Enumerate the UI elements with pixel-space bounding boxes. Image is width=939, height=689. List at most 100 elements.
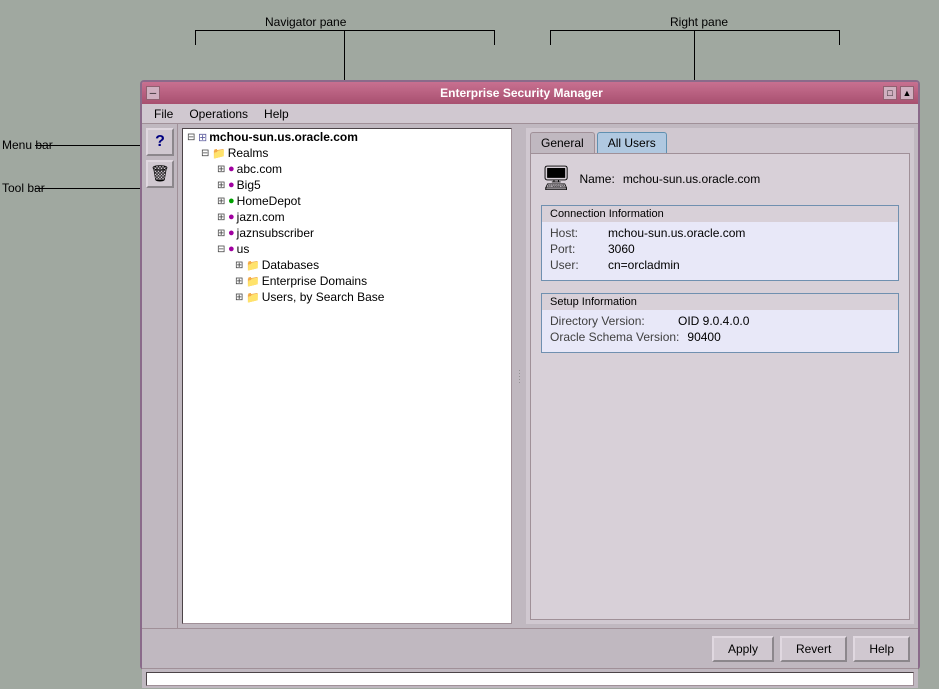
connection-port-value: 3060 <box>608 242 635 256</box>
tree-abc[interactable]: ⊞ ● abc.com <box>183 161 511 177</box>
root-label: mchou-sun.us.oracle.com <box>209 130 358 144</box>
apply-button[interactable]: Apply <box>712 636 774 662</box>
right-pane: General All Users 🖥 Name: mchou-sun.us.o… <box>526 128 914 624</box>
menu-operations[interactable]: Operations <box>181 105 256 123</box>
expand-enterprise-domains: ⊞ <box>235 276 245 287</box>
setup-schema-version-row: Oracle Schema Version: 90400 <box>550 330 890 344</box>
setup-info-section: Setup Information Directory Version: OID… <box>541 293 899 353</box>
server-name-label: Name: <box>579 172 614 186</box>
big5-label: Big5 <box>237 178 261 192</box>
maximize-button[interactable]: ▲ <box>900 86 914 100</box>
server-info: 🖥 Name: mchou-sun.us.oracle.com <box>541 164 899 193</box>
setup-dir-version-row: Directory Version: OID 9.0.4.0.0 <box>550 314 890 328</box>
setup-schema-version-value: 90400 <box>687 330 720 344</box>
tree-jaznsubscriber[interactable]: ⊞ ● jaznsubscriber <box>183 225 511 241</box>
setup-dir-version-label: Directory Version: <box>550 314 670 328</box>
server-tree-icon: ⊞ <box>198 131 207 144</box>
realms-label: Realms <box>228 146 269 160</box>
menu-help[interactable]: Help <box>256 105 297 123</box>
connection-host-value: mchou-sun.us.oracle.com <box>608 226 745 240</box>
window-controls: □ ▲ <box>883 86 914 100</box>
content-area: ? 🗑 ⊟ ⊞ mchou-sun.us.oracle.com ⊟ 📁 Real… <box>142 124 918 628</box>
folder-databases-icon: 📁 <box>246 259 260 272</box>
realm-jaznsubscriber-icon: ● <box>228 227 235 239</box>
connection-host-row: Host: mchou-sun.us.oracle.com <box>550 226 890 240</box>
expand-jazn: ⊞ <box>217 212 227 223</box>
expand-us: ⊟ <box>217 244 227 255</box>
homedepot-label: HomeDepot <box>237 194 301 208</box>
expand-homedepot: ⊞ <box>217 196 227 207</box>
folder-enterprise-domains-icon: 📁 <box>246 275 260 288</box>
connection-user-row: User: cn=orcladmin <box>550 258 890 272</box>
expand-users-search-base: ⊞ <box>235 292 245 303</box>
realm-homedepot-icon: ● <box>228 195 235 207</box>
menu-bar: File Operations Help <box>142 104 918 124</box>
connection-user-value: cn=orcladmin <box>608 258 680 272</box>
jaznsubscriber-label: jaznsubscriber <box>237 226 314 240</box>
connection-port-label: Port: <box>550 242 600 256</box>
minimize-button[interactable]: ─ <box>146 86 160 100</box>
title-bar: ─ Enterprise Security Manager □ ▲ <box>142 82 918 104</box>
tree-databases[interactable]: ⊞ 📁 Databases <box>183 257 511 273</box>
realm-jazn-icon: ● <box>228 211 235 223</box>
expand-realms: ⊟ <box>201 148 211 159</box>
setup-schema-version-label: Oracle Schema Version: <box>550 330 679 344</box>
splitter-handle: ····· <box>518 369 520 384</box>
connection-port-row: Port: 3060 <box>550 242 890 256</box>
navigator-pane-annotation: Navigator pane <box>265 15 346 29</box>
tree-big5[interactable]: ⊞ ● Big5 <box>183 177 511 193</box>
tabs-bar: General All Users <box>526 128 914 153</box>
tree-us[interactable]: ⊟ ● us <box>183 241 511 257</box>
abc-label: abc.com <box>237 162 282 176</box>
bottom-bar: Apply Revert Help <box>142 628 918 668</box>
window-title: Enterprise Security Manager <box>160 86 883 100</box>
connection-info-title: Connection Information <box>542 206 898 222</box>
databases-label: Databases <box>262 258 319 272</box>
folder-users-icon: 📁 <box>246 291 260 304</box>
revert-button[interactable]: Revert <box>780 636 847 662</box>
users-search-base-label: Users, by Search Base <box>262 290 385 304</box>
menu-file[interactable]: File <box>146 105 181 123</box>
restore-button[interactable]: □ <box>883 86 897 100</box>
tool-bar-annotation: Tool bar <box>2 181 45 195</box>
status-text <box>146 672 914 686</box>
tree-users-search-base[interactable]: ⊞ 📁 Users, by Search Base <box>183 289 511 305</box>
main-window: ─ Enterprise Security Manager □ ▲ File O… <box>140 80 920 670</box>
realm-abc-icon: ● <box>228 163 235 175</box>
toolbar: ? 🗑 <box>142 124 178 628</box>
delete-tool-button[interactable]: 🗑 <box>146 160 174 188</box>
help-button-bottom[interactable]: Help <box>853 636 910 662</box>
server-name-value: mchou-sun.us.oracle.com <box>623 172 760 186</box>
connection-user-label: User: <box>550 258 600 272</box>
realm-us-icon: ● <box>228 243 235 255</box>
right-content: 🖥 Name: mchou-sun.us.oracle.com Connecti… <box>530 153 910 620</box>
right-pane-annotation: Right pane <box>670 15 728 29</box>
expand-root: ⊟ <box>187 132 197 143</box>
connection-info-section: Connection Information Host: mchou-sun.u… <box>541 205 899 281</box>
expand-databases: ⊞ <box>235 260 245 271</box>
setup-info-title: Setup Information <box>542 294 898 310</box>
jazn-label: jazn.com <box>237 210 285 224</box>
us-label: us <box>237 242 250 256</box>
tree-realms[interactable]: ⊟ 📁 Realms <box>183 145 511 161</box>
realm-big5-icon: ● <box>228 179 235 191</box>
expand-big5: ⊞ <box>217 180 227 191</box>
help-tool-button[interactable]: ? <box>146 128 174 156</box>
tree-jazn[interactable]: ⊞ ● jazn.com <box>183 209 511 225</box>
enterprise-domains-label: Enterprise Domains <box>262 274 367 288</box>
connection-host-label: Host: <box>550 226 600 240</box>
folder-realms-icon: 📁 <box>212 147 226 160</box>
splitter[interactable]: ····· <box>516 124 522 628</box>
status-bar <box>142 668 918 688</box>
tree-root[interactable]: ⊟ ⊞ mchou-sun.us.oracle.com <box>183 129 511 145</box>
tree-enterprise-domains[interactable]: ⊞ 📁 Enterprise Domains <box>183 273 511 289</box>
setup-dir-version-value: OID 9.0.4.0.0 <box>678 314 749 328</box>
expand-abc: ⊞ <box>217 164 227 175</box>
server-icon: 🖥 <box>541 164 571 193</box>
expand-jaznsubscriber: ⊞ <box>217 228 227 239</box>
menu-bar-annotation: Menu bar <box>2 138 53 152</box>
navigator-pane[interactable]: ⊟ ⊞ mchou-sun.us.oracle.com ⊟ 📁 Realms ⊞… <box>182 128 512 624</box>
tree-homedepot[interactable]: ⊞ ● HomeDepot <box>183 193 511 209</box>
tab-all-users[interactable]: All Users <box>597 132 667 153</box>
tab-general[interactable]: General <box>530 132 595 153</box>
